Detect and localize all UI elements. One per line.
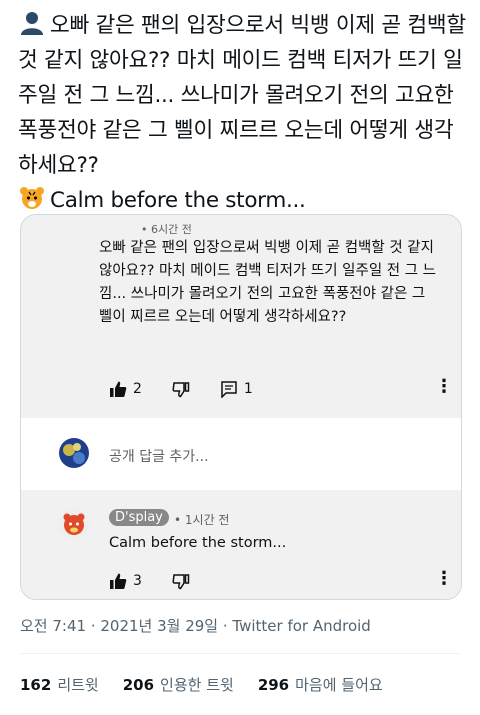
- reply-more-icon[interactable]: ⋮: [435, 570, 453, 588]
- likes-stat[interactable]: 296 마음에 들어요: [258, 674, 383, 695]
- comment-section: • 6시간 전 오빠 같은 팬의 입장으로써 빅뱅 이제 곧 컴백할 것 같지 …: [21, 215, 461, 418]
- reply-like-button[interactable]: 3: [109, 572, 142, 590]
- quotes-label: 인용한 트윗: [160, 676, 234, 694]
- tweet-stats: 162 리트윗 206 인용한 트윗 296 마음에 들어요: [20, 674, 407, 695]
- tweet-timestamp[interactable]: 오전 7:41 · 2021년 3월 29일 · Twitter for And…: [20, 615, 371, 636]
- reply-like-count: 3: [133, 573, 142, 589]
- like-button[interactable]: 2: [109, 380, 142, 398]
- media-card[interactable]: • 6시간 전 오빠 같은 팬의 입장으로써 빅뱅 이제 곧 컴백할 것 같지 …: [20, 214, 462, 600]
- thumbs-down-icon: [172, 574, 190, 590]
- divider: [20, 653, 460, 654]
- tweet-text: 오빠 같은 팬의 입장으로서 빅뱅 이제 곧 컴백할 것 같지 않아요?? 마치…: [18, 8, 470, 218]
- reply-actions: 3: [109, 572, 220, 590]
- retweets-stat[interactable]: 162 리트윗: [20, 674, 99, 695]
- comment-actions: 2 1: [109, 380, 283, 398]
- thumbs-up-icon: [110, 573, 127, 589]
- likes-count: 296: [257, 676, 290, 694]
- reply-dislike-button[interactable]: [172, 572, 190, 590]
- user-avatar: [59, 438, 89, 468]
- reply-text: Calm before the storm...: [109, 535, 287, 551]
- reply-author-badge[interactable]: D'splay: [109, 509, 169, 526]
- comment-icon: [221, 381, 237, 398]
- quotes-stat[interactable]: 206 인용한 트윗: [123, 674, 234, 695]
- dsplay-avatar: [59, 509, 89, 539]
- reply-button[interactable]: 1: [220, 380, 253, 398]
- person-emoji-icon: [21, 12, 43, 35]
- like-count: 2: [133, 381, 142, 397]
- add-reply-row[interactable]: 공개 답글 추가...: [21, 418, 461, 490]
- comment-more-icon[interactable]: ⋮: [435, 378, 453, 396]
- retweets-label: 리트윗: [57, 676, 99, 694]
- comment-text: 오빠 같은 팬의 입장으로써 빅뱅 이제 곧 컴백할 것 같지 않아요?? 마치…: [99, 240, 437, 325]
- tiger-emoji-icon: [20, 187, 44, 209]
- reply-count: 1: [243, 381, 253, 397]
- reply-time: • 1시간 전: [174, 513, 230, 527]
- quotes-count: 206: [122, 676, 155, 694]
- add-reply-input[interactable]: 공개 답글 추가...: [109, 446, 209, 466]
- comment-time: • 6시간 전: [141, 223, 192, 236]
- tweet-text-line2: Calm before the storm...: [50, 188, 306, 213]
- reply-section: D'splay • 1시간 전 Calm before the storm...…: [21, 490, 461, 599]
- tweet-text-line: 오빠 같은 팬의 입장으로서 빅뱅 이제 곧 컴백할 것 같지 않아요?? 마치…: [18, 13, 466, 178]
- retweets-count: 162: [20, 676, 52, 694]
- thumbs-up-icon: [110, 381, 127, 397]
- thumbs-down-icon: [172, 382, 190, 398]
- likes-label: 마음에 들어요: [295, 676, 383, 694]
- dislike-button[interactable]: [172, 380, 190, 398]
